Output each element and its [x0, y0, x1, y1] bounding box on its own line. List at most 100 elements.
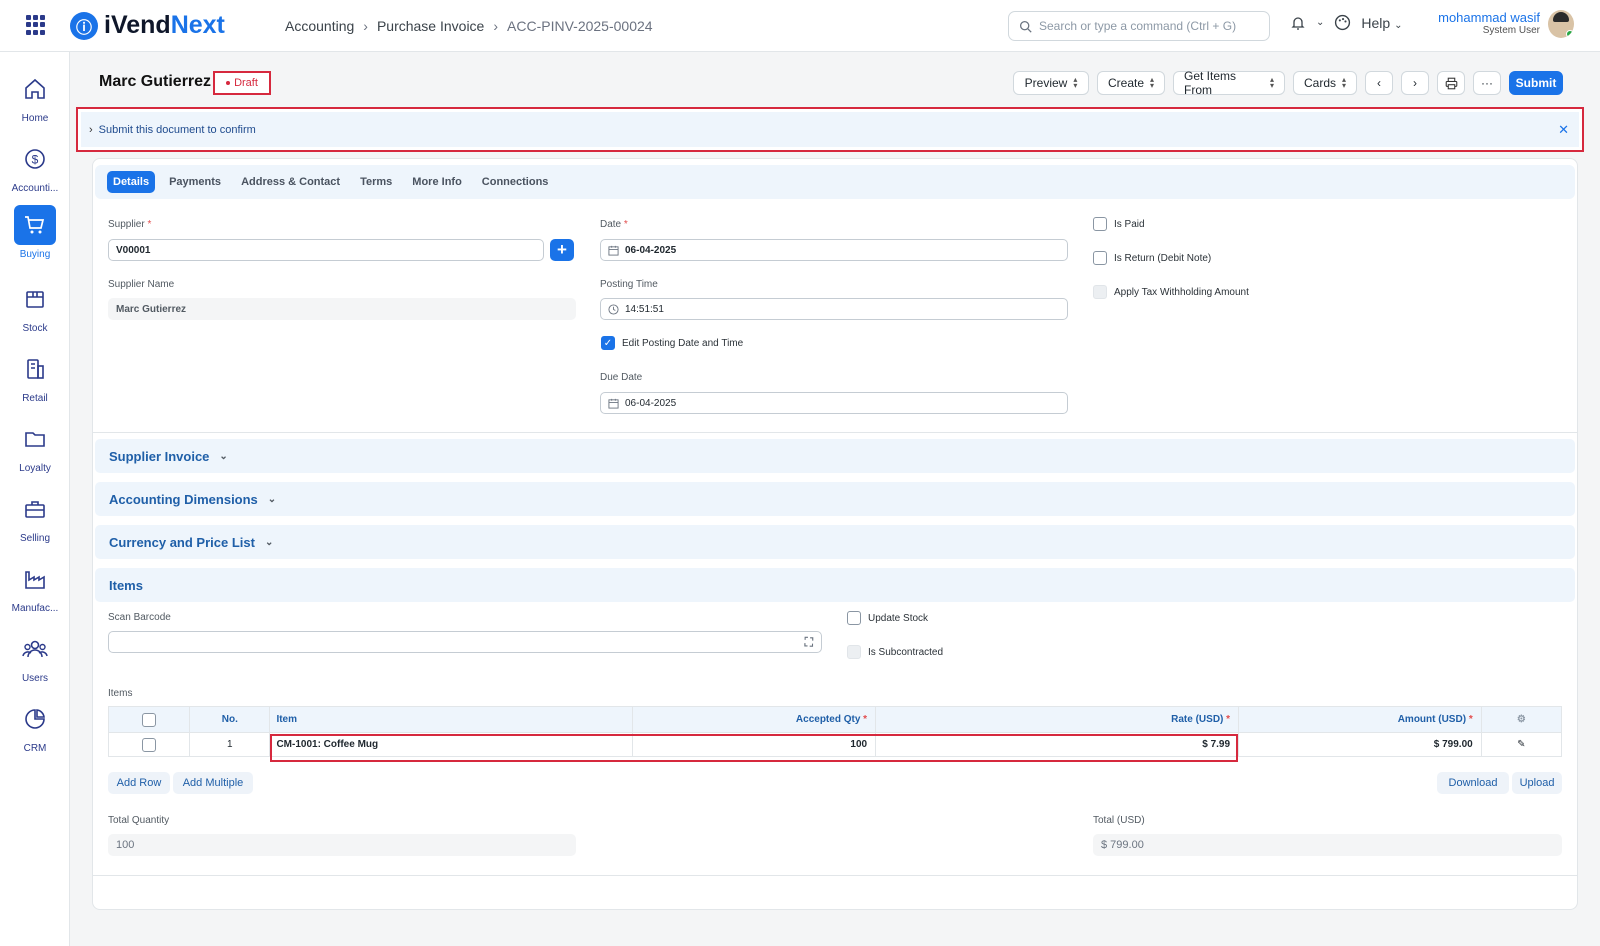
required-mark: * [1226, 714, 1231, 725]
folder-icon [25, 432, 45, 447]
posting-time-field[interactable]: 14:51:51 [600, 298, 1068, 320]
previous-button[interactable]: ‹ [1365, 71, 1393, 95]
app-logo[interactable]: ⓘ iVendNext [70, 11, 225, 40]
close-icon[interactable]: ✕ [1558, 122, 1569, 138]
help-label: Help [1361, 14, 1391, 31]
scan-icon: ⛶ [804, 635, 813, 649]
form-tabs: Details Payments Address & Contact Terms… [95, 165, 1575, 199]
scan-barcode-field[interactable]: ⛶ [108, 631, 822, 653]
more-button[interactable]: ··· [1473, 71, 1501, 95]
svg-text:$: $ [32, 153, 39, 167]
crm-icon [25, 709, 45, 729]
supplier-label-text: Supplier [108, 219, 145, 230]
due-date-field[interactable]: 06-04-2025 [600, 392, 1068, 414]
dollar-icon: $ [25, 149, 45, 169]
section-supplier-invoice[interactable]: Supplier Invoice ⌄ [95, 439, 1575, 473]
breadcrumb: Accounting › Purchase Invoice › ACC-PINV-2… [285, 18, 653, 34]
sidebar-item-accounting[interactable]: $ Accounti... [0, 139, 70, 194]
tab-more-info[interactable]: More Info [406, 171, 468, 193]
download-button[interactable]: Download [1437, 772, 1509, 794]
sidebar-item-home[interactable]: Home [0, 69, 70, 124]
submit-button[interactable]: Submit [1509, 71, 1563, 95]
search-input[interactable]: Search or type a command (Ctrl + G) [1008, 11, 1270, 41]
sidebar-item-stock[interactable]: Stock [0, 279, 70, 334]
gear-icon[interactable]: ⚙ [1517, 714, 1526, 725]
sidebar-item-label: CRM [23, 743, 47, 754]
get-items-from-button[interactable]: Get Items From ▴ ▾ [1173, 69, 1285, 97]
column-header-accepted-qty: Accepted Qty * [632, 706, 877, 733]
pos-icon [27, 359, 44, 379]
palette-icon[interactable] [1334, 14, 1351, 31]
chevron-right-icon[interactable]: › [89, 124, 93, 136]
sidebar-item-buying[interactable]: Buying [0, 205, 70, 260]
cell-accepted-qty[interactable]: 100 [632, 732, 877, 757]
breadcrumb-purchase-invoice[interactable]: Purchase Invoice [377, 18, 484, 34]
chevron-down-icon[interactable]: ⌄ [1316, 17, 1324, 28]
add-supplier-button[interactable]: + [550, 239, 574, 261]
sidebar-item-retail[interactable]: Retail [0, 349, 70, 404]
avatar[interactable] [1548, 10, 1574, 38]
ellipsis-icon: ··· [1481, 76, 1493, 90]
section-items: Items [95, 568, 1575, 602]
divider [92, 875, 1578, 876]
upload-button[interactable]: Upload [1512, 772, 1562, 794]
tab-terms[interactable]: Terms [354, 171, 398, 193]
cell-item[interactable]: CM-1001: Coffee Mug [269, 732, 634, 757]
items-table: No. Item Accepted Qty * Rate (USD) * Amo… [107, 706, 1563, 757]
toolbar: Preview ▴ ▾ Create ▴ ▾ Get Items From ▴ ▾ Card… [1013, 69, 1563, 97]
top-bar: ⓘ iVendNext Accounting › Purchase Invoice… [0, 0, 1600, 52]
chevron-down-icon: ⌄ [267, 493, 277, 505]
add-row-button[interactable]: Add Row [108, 772, 170, 794]
section-currency-price-list[interactable]: Currency and Price List ⌄ [95, 525, 1575, 559]
is-return-checkbox[interactable] [1093, 251, 1107, 265]
sort-arrows-icon: ▴ ▾ [1150, 75, 1155, 90]
tab-connections[interactable]: Connections [476, 171, 555, 193]
tab-details[interactable]: Details [107, 171, 156, 193]
sidebar-item-label: Buying [19, 249, 51, 260]
pencil-icon[interactable]: ✎ [1517, 739, 1525, 750]
sort-arrows-icon: ▴ ▾ [1269, 75, 1274, 90]
divider [92, 432, 1578, 433]
search-icon [1019, 20, 1032, 33]
edit-posting-checkbox[interactable]: ✓ [601, 336, 615, 350]
preview-button[interactable]: Preview ▴ ▾ [1013, 71, 1089, 95]
date-field[interactable]: 06-04-2025 [600, 239, 1068, 261]
cards-label: Cards [1303, 76, 1336, 90]
sort-arrows-icon: ▴ ▾ [1073, 75, 1078, 90]
user-menu[interactable]: mohammad wasif System User [1430, 10, 1540, 36]
print-button[interactable] [1437, 71, 1465, 95]
sidebar-item-label: Retail [22, 393, 48, 404]
notice-text: Submit this document to confirm [98, 123, 256, 136]
create-button[interactable]: Create ▴ ▾ [1097, 71, 1165, 95]
next-button[interactable]: › [1401, 71, 1429, 95]
table-row[interactable]: 1 CM-1001: Coffee Mug 100 $ 7.99 $ 799.0… [107, 732, 1563, 757]
cards-button[interactable]: Cards ▴ ▾ [1293, 71, 1357, 95]
sidebar-item-crm[interactable]: CRM [0, 699, 70, 754]
supplier-field[interactable]: V00001 [108, 239, 544, 261]
is-paid-checkbox[interactable] [1093, 217, 1107, 231]
sidebar: Home $ Accounti... Buying Stock Retail L… [0, 52, 70, 946]
update-stock-checkbox[interactable] [847, 611, 861, 625]
sidebar-item-users[interactable]: Users [0, 629, 70, 684]
total-usd-value: $ 799.00 [1101, 839, 1144, 851]
row-checkbox[interactable] [142, 737, 157, 752]
tab-address-contact[interactable]: Address & Contact [235, 171, 346, 193]
sidebar-item-loyalty[interactable]: Loyalty [0, 419, 70, 474]
status-label: Draft [234, 77, 258, 89]
add-multiple-button[interactable]: Add Multiple [173, 772, 253, 794]
tab-payments[interactable]: Payments [163, 171, 227, 193]
section-accounting-dimensions[interactable]: Accounting Dimensions ⌄ [95, 482, 1575, 516]
search-placeholder: Search or type a command (Ctrl + G) [1039, 19, 1237, 33]
help-menu[interactable]: Help ⌄ [1361, 15, 1402, 31]
chevron-right-icon: › [363, 18, 368, 34]
column-settings-cell: ⚙ [1480, 706, 1563, 733]
cell-no: 1 [189, 732, 271, 757]
select-all-checkbox[interactable] [142, 712, 157, 727]
sidebar-item-manufacturing[interactable]: Manufac... [0, 559, 70, 614]
breadcrumb-accounting[interactable]: Accounting [285, 18, 354, 34]
cell-rate[interactable]: $ 7.99 [875, 732, 1240, 757]
bell-icon[interactable] [1290, 15, 1306, 31]
apps-grid-icon[interactable] [26, 15, 46, 35]
sidebar-item-selling[interactable]: Selling [0, 489, 70, 544]
column-header-amount: Amount (USD) * [1238, 706, 1482, 733]
